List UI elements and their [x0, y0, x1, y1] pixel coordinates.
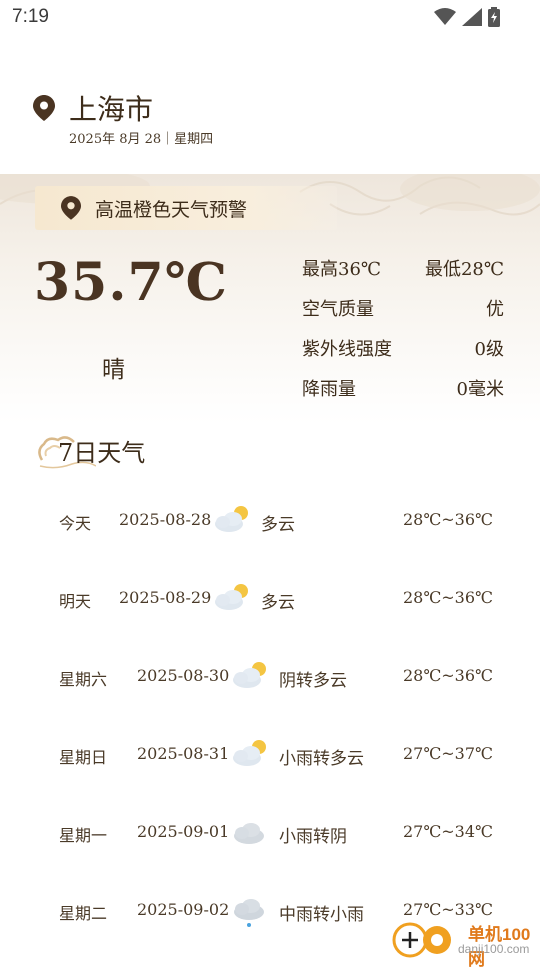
partly-cloudy-icon [233, 662, 266, 688]
forecast-date: 2025-08-29 [119, 588, 212, 607]
forecast-temp-range: 27℃~33℃ [403, 900, 493, 919]
forecast-title: 7日天气 [58, 438, 146, 467]
forecast-condition: 中雨转小雨 [279, 905, 364, 925]
air-quality-label: 空气质量 [302, 299, 374, 320]
uv-label: 紫外线强度 [302, 339, 392, 360]
location-pin-icon [61, 196, 81, 220]
uv-value: 0级 [474, 339, 504, 360]
forecast-day: 星期日 [59, 748, 108, 767]
forecast-date: 2025-09-01 [137, 822, 230, 841]
air-quality-value: 优 [486, 299, 504, 320]
status-time: 7:19 [12, 6, 49, 27]
status-bar: 7:19 [0, 0, 540, 36]
forecast-row[interactable]: 星期日 2025-08-31 小雨转多云 27℃~37℃ [0, 734, 540, 774]
forecast-temp-range: 28℃~36℃ [403, 666, 493, 685]
forecast-condition: 小雨转阴 [279, 827, 347, 847]
low-temp: 最低28℃ [424, 259, 504, 280]
forecast-temp-range: 28℃~36℃ [403, 588, 493, 607]
forecast-day: 今天 [59, 514, 92, 533]
wifi-icon [434, 8, 456, 25]
weather-alert[interactable]: 高温橙色天气预警 [35, 186, 337, 230]
battery-icon [488, 7, 500, 27]
forecast-date: 2025-08-30 [137, 666, 230, 685]
current-temperature: 35.7℃ [34, 252, 228, 313]
forecast-temp-range: 27℃~34℃ [403, 822, 493, 841]
forecast-day: 明天 [59, 592, 92, 611]
signal-icon [462, 8, 482, 26]
forecast-day: 星期六 [59, 670, 108, 689]
rain-label: 降雨量 [302, 379, 356, 400]
status-icons [434, 7, 500, 27]
forecast-condition: 阴转多云 [279, 671, 347, 691]
forecast-condition: 多云 [261, 515, 295, 535]
high-temp: 最高36℃ [302, 259, 382, 280]
forecast-row[interactable]: 今天 2025-08-28 多云 28℃~36℃ [0, 500, 540, 540]
forecast-temp-range: 28℃~36℃ [403, 510, 493, 529]
watermark-logo-icon [392, 922, 451, 958]
partly-cloudy-icon [233, 740, 266, 766]
alert-text: 高温橙色天气预警 [95, 198, 248, 221]
partly-cloudy-icon [215, 506, 248, 532]
cloudy-icon [234, 823, 264, 844]
forecast-row[interactable]: 明天 2025-08-29 多云 28℃~36℃ [0, 578, 540, 618]
city-name: 上海市 [69, 93, 154, 126]
forecast-date: 2025-09-02 [137, 900, 230, 919]
forecast-row[interactable]: 星期六 2025-08-30 阴转多云 28℃~36℃ [0, 656, 540, 696]
forecast-temp-range: 27℃~37℃ [403, 744, 493, 763]
forecast-row[interactable]: 星期一 2025-09-01 小雨转阴 27℃~34℃ [0, 812, 540, 852]
forecast-section-title: 7日天气 [36, 430, 145, 470]
location-pin-icon [33, 95, 55, 121]
forecast-day: 星期二 [59, 904, 108, 923]
current-condition: 晴 [102, 357, 125, 383]
rain-value: 0毫米 [456, 379, 504, 400]
partly-cloudy-icon [215, 584, 248, 610]
forecast-condition: 多云 [261, 593, 295, 613]
forecast-condition: 小雨转多云 [279, 749, 364, 769]
city-header[interactable]: 上海市 [33, 88, 153, 128]
rain-icon [234, 899, 264, 927]
date-line: 2025年 8月 28｜星期四 [69, 132, 214, 147]
forecast-date: 2025-08-28 [119, 510, 212, 529]
watermark-url: danji100.com [458, 942, 530, 956]
forecast-day: 星期一 [59, 826, 108, 845]
forecast-date: 2025-08-31 [137, 744, 230, 763]
